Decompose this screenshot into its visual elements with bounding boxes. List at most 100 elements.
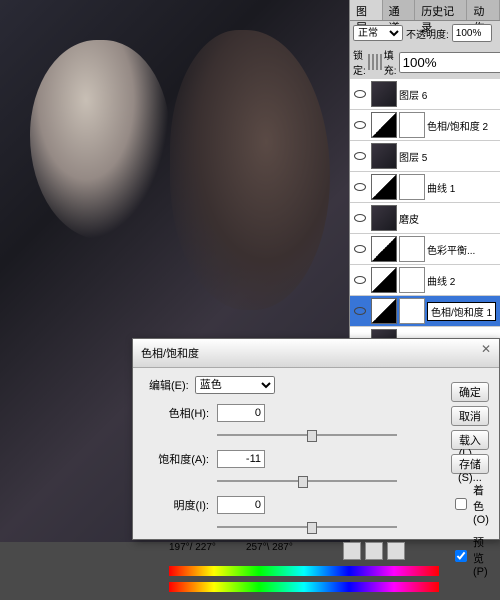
lightness-input[interactable]	[217, 496, 265, 514]
layer-thumb	[371, 236, 397, 262]
layer-name: 色相/饱和度 2	[427, 118, 488, 133]
lock-move-icon[interactable]	[376, 54, 378, 70]
slider-handle[interactable]	[307, 430, 317, 442]
range-values: 197°/ 227° 257°\ 287°	[169, 542, 439, 560]
layer-mask-thumb	[399, 112, 425, 138]
save-button[interactable]: 存储(S)...	[451, 454, 489, 474]
hue-row: 色相(H):	[149, 404, 439, 422]
range-left: 197°/ 227°	[169, 542, 216, 560]
layer-row[interactable]: 曲线 1	[350, 172, 500, 203]
layer-thumb	[371, 205, 397, 231]
layer-row[interactable]: 色彩平衡...	[350, 234, 500, 265]
blend-mode-select[interactable]: 正常	[353, 25, 403, 41]
layer-row[interactable]: 曲线 2	[350, 265, 500, 296]
saturation-input[interactable]	[217, 450, 265, 468]
lightness-slider[interactable]	[217, 520, 397, 534]
preview-label: 预览(P)	[473, 534, 489, 578]
hue-label: 色相(H):	[149, 405, 209, 421]
eyedropper-icon[interactable]	[343, 542, 361, 560]
saturation-row: 饱和度(A):	[149, 450, 439, 468]
dialog-titlebar[interactable]: 色相/饱和度 ✕	[133, 339, 499, 368]
lock-label: 锁定:	[353, 47, 366, 77]
layer-row[interactable]: 磨皮	[350, 203, 500, 234]
preview-checkbox[interactable]	[455, 550, 467, 562]
layer-row[interactable]: 色相/饱和度 2	[350, 110, 500, 141]
hue-slider[interactable]	[217, 428, 397, 442]
lightness-label: 明度(I):	[149, 497, 209, 513]
layer-mask-thumb	[399, 174, 425, 200]
slider-handle[interactable]	[298, 476, 308, 488]
visibility-icon[interactable]	[352, 148, 368, 164]
colorize-row: 着色(O)	[451, 482, 489, 526]
layer-thumb	[371, 112, 397, 138]
visibility-icon[interactable]	[352, 272, 368, 288]
visibility-icon[interactable]	[352, 179, 368, 195]
close-icon[interactable]: ✕	[481, 342, 495, 356]
layer-thumb	[371, 143, 397, 169]
saturation-slider[interactable]	[217, 474, 397, 488]
layer-row[interactable]: 色相/饱和度 1	[350, 296, 500, 327]
spectrum-bar-top[interactable]	[169, 566, 439, 576]
opacity-label: 不透明度:	[406, 26, 449, 41]
layer-name: 图层 5	[399, 149, 427, 164]
visibility-icon[interactable]	[352, 241, 368, 257]
hue-saturation-dialog: 色相/饱和度 ✕ 编辑(E): 蓝色 色相(H): 饱和度(A): 明度(I):	[132, 338, 500, 540]
layer-controls-row1: 正常 不透明度:	[350, 21, 500, 45]
spectrum-bar-bottom[interactable]	[169, 582, 439, 592]
layer-name: 磨皮	[399, 211, 419, 226]
cancel-button[interactable]: 取消	[451, 406, 489, 426]
layer-name: 色相/饱和度 1	[427, 302, 496, 321]
tab-channels[interactable]: 通道	[383, 0, 416, 20]
layer-controls-row2: 锁定: 填充:	[350, 45, 500, 79]
lock-brush-icon[interactable]	[372, 54, 374, 70]
slider-handle[interactable]	[307, 522, 317, 534]
dialog-right-panel: 确定 取消 载入(L)... 存储(S)... 着色(O) 预览(P)	[447, 376, 493, 592]
layer-row[interactable]: 图层 5	[350, 141, 500, 172]
lightness-row: 明度(I):	[149, 496, 439, 514]
lock-transparent-icon[interactable]	[368, 54, 370, 70]
dialog-body: 编辑(E): 蓝色 色相(H): 饱和度(A): 明度(I): 197°/ 22…	[133, 368, 499, 600]
visibility-icon[interactable]	[352, 303, 368, 319]
dialog-left-panel: 编辑(E): 蓝色 色相(H): 饱和度(A): 明度(I): 197°/ 22…	[141, 376, 447, 592]
saturation-label: 饱和度(A):	[149, 451, 209, 467]
layer-thumb	[371, 298, 397, 324]
layer-name: 色彩平衡...	[427, 242, 475, 257]
layer-name: 曲线 1	[427, 180, 455, 195]
visibility-icon[interactable]	[352, 210, 368, 226]
layer-mask-thumb	[399, 236, 425, 262]
hue-input[interactable]	[217, 404, 265, 422]
load-button[interactable]: 载入(L)...	[451, 430, 489, 450]
tab-actions[interactable]: 动作	[467, 0, 500, 20]
range-right: 257°\ 287°	[246, 542, 293, 560]
colorize-label: 着色(O)	[473, 482, 489, 526]
dialog-title-text: 色相/饱和度	[141, 345, 199, 361]
layer-thumb	[371, 81, 397, 107]
visibility-icon[interactable]	[352, 117, 368, 133]
layer-mask-thumb	[399, 298, 425, 324]
edit-row: 编辑(E): 蓝色	[149, 376, 439, 394]
layer-thumb	[371, 174, 397, 200]
eyedropper-tools	[343, 542, 405, 560]
edit-select[interactable]: 蓝色	[195, 376, 275, 394]
eyedropper-add-icon[interactable]	[365, 542, 383, 560]
layer-row[interactable]: 图层 6	[350, 79, 500, 110]
lock-all-icon[interactable]	[380, 54, 382, 70]
panel-tabs: 图层 通道 历史记录 动作	[350, 0, 500, 21]
fill-label: 填充:	[384, 47, 397, 77]
layer-mask-thumb	[399, 267, 425, 293]
colorize-checkbox[interactable]	[455, 498, 467, 510]
eyedropper-subtract-icon[interactable]	[387, 542, 405, 560]
layer-name: 图层 6	[399, 87, 427, 102]
visibility-icon[interactable]	[352, 86, 368, 102]
layers-list: 图层 6 色相/饱和度 2 图层 5 曲线 1 磨皮 色彩平衡... 曲线 2 …	[350, 79, 500, 379]
layer-name: 曲线 2	[427, 273, 455, 288]
preview-row: 预览(P)	[451, 534, 489, 578]
tab-layers[interactable]: 图层	[350, 0, 383, 20]
fill-input[interactable]	[399, 52, 500, 73]
tab-history[interactable]: 历史记录	[415, 0, 467, 20]
opacity-input[interactable]	[452, 24, 492, 42]
layer-thumb	[371, 267, 397, 293]
layers-panel: 图层 通道 历史记录 动作 正常 不透明度: 锁定: 填充: 图层 6 色相/饱…	[349, 0, 500, 390]
ok-button[interactable]: 确定	[451, 382, 489, 402]
edit-label: 编辑(E):	[149, 377, 189, 393]
